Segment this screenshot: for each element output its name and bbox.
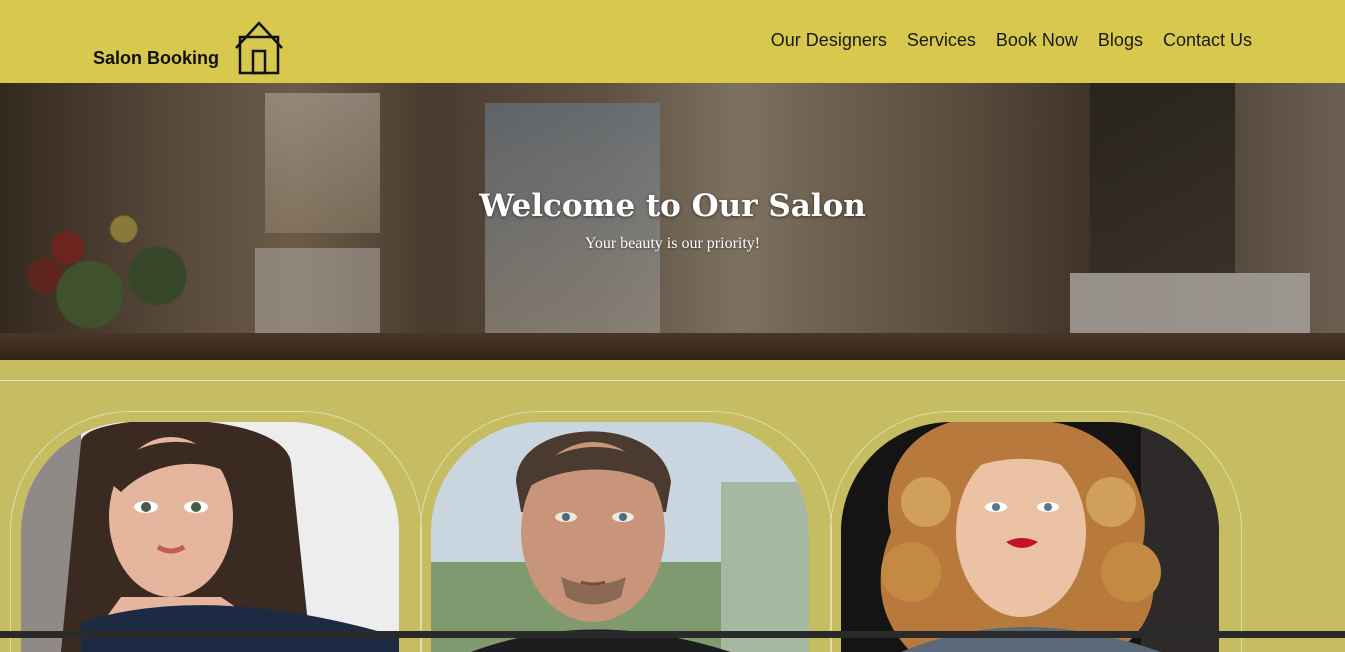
brand-name[interactable]: Salon Booking (93, 48, 219, 69)
nav-services[interactable]: Services (907, 30, 976, 51)
main-nav: Our Designers Services Book Now Blogs Co… (771, 30, 1252, 51)
home-icon[interactable] (234, 19, 284, 77)
woman-portrait-icon (21, 422, 399, 652)
nav-contact-us[interactable]: Contact Us (1163, 30, 1252, 51)
designer-card-1[interactable] (10, 411, 422, 652)
bottom-scroll-edge (0, 631, 1345, 638)
designer-card-2[interactable] (420, 411, 832, 652)
section-divider (0, 380, 1345, 381)
designer-card-3[interactable] (830, 411, 1242, 652)
woman-curly-portrait-icon (841, 422, 1219, 652)
nav-our-designers[interactable]: Our Designers (771, 30, 887, 51)
designer-photo-2 (431, 422, 809, 652)
designer-photo-1 (21, 422, 399, 652)
hero-title: Welcome to Our Salon (479, 188, 866, 224)
hero-subtitle: Your beauty is our priority! (584, 235, 761, 252)
nav-book-now[interactable]: Book Now (996, 30, 1078, 51)
hero-banner: Welcome to Our Salon Your beauty is our … (0, 83, 1345, 360)
designer-photo-3 (841, 422, 1219, 652)
site-header: Salon Booking Our Designers Services Boo… (0, 0, 1345, 83)
nav-blogs[interactable]: Blogs (1098, 30, 1143, 51)
man-portrait-icon (431, 422, 809, 652)
